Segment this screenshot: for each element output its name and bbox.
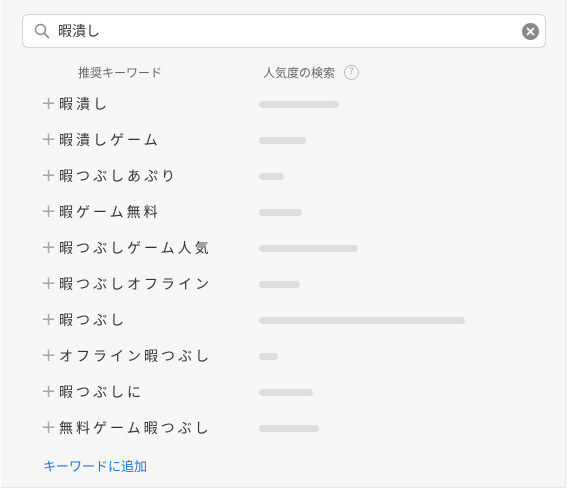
keyword-label: オフライン暇つぶし	[59, 349, 212, 365]
search-box[interactable]	[22, 14, 546, 48]
popularity-bar	[259, 101, 339, 108]
keyword-label: 暇つぶしオフライン	[59, 277, 212, 293]
keyword-row[interactable]: + 暇つぶしに	[41, 380, 511, 406]
add-icon[interactable]: +	[41, 272, 56, 298]
column-header-popularity: 人気度の検索 ?	[263, 64, 360, 81]
keyword-row[interactable]: + 暇つぶし	[41, 308, 511, 334]
keyword-label: 暇つぶしに	[59, 385, 144, 401]
keyword-row[interactable]: + 暇潰し	[41, 92, 511, 118]
help-icon[interactable]: ?	[344, 65, 360, 80]
add-icon[interactable]: +	[41, 236, 56, 262]
popularity-bar	[259, 353, 278, 360]
keyword-row[interactable]: + 無料ゲーム暇つぶし	[41, 416, 511, 442]
add-icon[interactable]: +	[41, 380, 56, 406]
popularity-bar	[259, 137, 306, 144]
keyword-label: 暇潰し	[59, 97, 110, 113]
keyword-label: 暇つぶしゲーム人気	[59, 241, 212, 257]
add-keywords-link[interactable]: キーワードに追加	[43, 456, 147, 475]
add-icon[interactable]: +	[41, 164, 56, 190]
add-icon[interactable]: +	[41, 128, 56, 154]
keyword-row[interactable]: + 暇つぶしゲーム人気	[41, 236, 511, 262]
popularity-bar	[259, 173, 284, 180]
keyword-label: 暇つぶしあぷり	[59, 169, 178, 185]
keyword-row[interactable]: + 暇つぶしオフライン	[41, 272, 511, 298]
popularity-bar	[259, 281, 300, 288]
clear-search-button[interactable]	[522, 23, 539, 40]
keyword-row[interactable]: + 暇つぶしあぷり	[41, 164, 511, 190]
keyword-label: 暇つぶし	[59, 313, 127, 329]
column-header-popularity-label: 人気度の検索	[263, 66, 336, 80]
search-icon	[34, 23, 50, 39]
keyword-row[interactable]: + オフライン暇つぶし	[41, 344, 511, 370]
keyword-label: 暇潰しゲーム	[59, 133, 161, 149]
keyword-label: 暇ゲーム無料	[59, 205, 161, 221]
popularity-bar	[259, 317, 465, 324]
keyword-label: 無料ゲーム暇つぶし	[59, 421, 212, 437]
popularity-bar	[259, 209, 302, 216]
popularity-bar	[259, 389, 313, 396]
keyword-suggestion-panel: 推奨キーワード 人気度の検索 ? +暇潰し+暇潰しゲーム+暇つぶしあぷり+暇ゲー…	[1, 0, 566, 488]
add-icon[interactable]: +	[41, 200, 56, 226]
keyword-row[interactable]: + 暇ゲーム無料	[41, 200, 511, 226]
add-icon[interactable]: +	[41, 308, 56, 334]
column-header-keyword: 推奨キーワード	[78, 66, 163, 80]
add-icon[interactable]: +	[41, 416, 56, 442]
search-input[interactable]	[58, 20, 498, 42]
add-icon[interactable]: +	[41, 92, 56, 118]
add-icon[interactable]: +	[41, 344, 56, 370]
popularity-bar	[259, 245, 358, 252]
popularity-bar	[259, 425, 319, 432]
close-icon	[526, 27, 535, 36]
keyword-row[interactable]: + 暇潰しゲーム	[41, 128, 511, 154]
